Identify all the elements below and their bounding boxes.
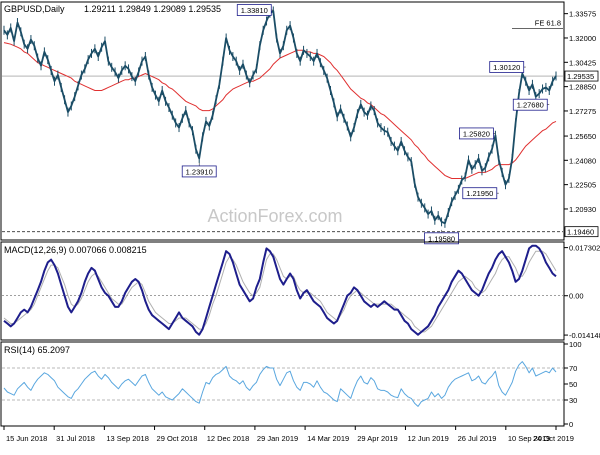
y-tick-label: 100 <box>569 340 582 349</box>
y-tick-label: -0.014148 <box>569 331 600 340</box>
watermark: ActionForex.com <box>207 206 342 226</box>
chart-canvas: GBPUSD,Daily 1.29211 1.29849 1.29089 1.2… <box>0 0 600 450</box>
callout-label: 1.33810 <box>241 6 268 15</box>
last-price-label: 1.29535 <box>567 72 594 81</box>
x-tick-label: 15 Jun 2018 <box>6 434 47 443</box>
y-tick-label: 50 <box>569 380 577 389</box>
x-tick-label: 26 Jul 2019 <box>458 434 497 443</box>
y-tick-label: 1.30425 <box>569 58 596 67</box>
y-tick-label: 1.32000 <box>569 34 596 43</box>
support-label: 1.19460 <box>567 228 594 237</box>
x-tick-label: 31 Jul 2018 <box>56 434 95 443</box>
callout-label: 1.30120 <box>493 63 520 72</box>
x-tick-label: 29 Oct 2018 <box>157 434 198 443</box>
y-tick-label: 1.33575 <box>569 10 596 19</box>
callout-label: 1.25820 <box>463 129 490 138</box>
y-tick-label: 1.20930 <box>569 205 596 214</box>
y-tick-label: 0.00 <box>569 292 584 301</box>
price-title: GBPUSD,Daily <box>4 4 65 14</box>
y-tick-label: 30 <box>569 396 577 405</box>
x-tick-label: 29 Jan 2019 <box>257 434 298 443</box>
x-tick-label: 13 Sep 2018 <box>106 434 149 443</box>
callout-label: 1.23910 <box>186 167 213 176</box>
callout-label: 1.21950 <box>466 189 493 198</box>
y-tick-label: 0 <box>569 420 573 429</box>
y-tick-label: 1.22505 <box>569 181 596 190</box>
y-tick-label: 1.28850 <box>569 83 596 92</box>
x-tick-label: 12 Jun 2019 <box>407 434 448 443</box>
y-tick-label: 1.27275 <box>569 107 596 116</box>
price-ohlc-readout: 1.29211 1.29849 1.29089 1.29535 <box>84 4 221 14</box>
callout-label: 1.27680 <box>517 101 544 110</box>
x-tick-label: 24 Oct 2019 <box>533 434 574 443</box>
x-tick-label: 14 Mar 2019 <box>307 434 349 443</box>
macd-title: MACD(12,26,9) 0.007066 0.008215 <box>4 245 147 255</box>
fe-level-label: FE 61.8 <box>535 18 561 27</box>
x-tick-label: 12 Dec 2018 <box>207 434 250 443</box>
gbpusd-chart-figure: GBPUSD,Daily 1.29211 1.29849 1.29089 1.2… <box>0 0 600 450</box>
x-tick-label: 29 Apr 2019 <box>357 434 397 443</box>
rsi-title: RSI(14) 65.2097 <box>4 345 70 355</box>
y-tick-label: 70 <box>569 364 577 373</box>
y-tick-label: 1.24080 <box>569 156 596 165</box>
y-tick-label: 0.017302 <box>569 244 600 253</box>
y-tick-label: 1.25650 <box>569 132 596 141</box>
